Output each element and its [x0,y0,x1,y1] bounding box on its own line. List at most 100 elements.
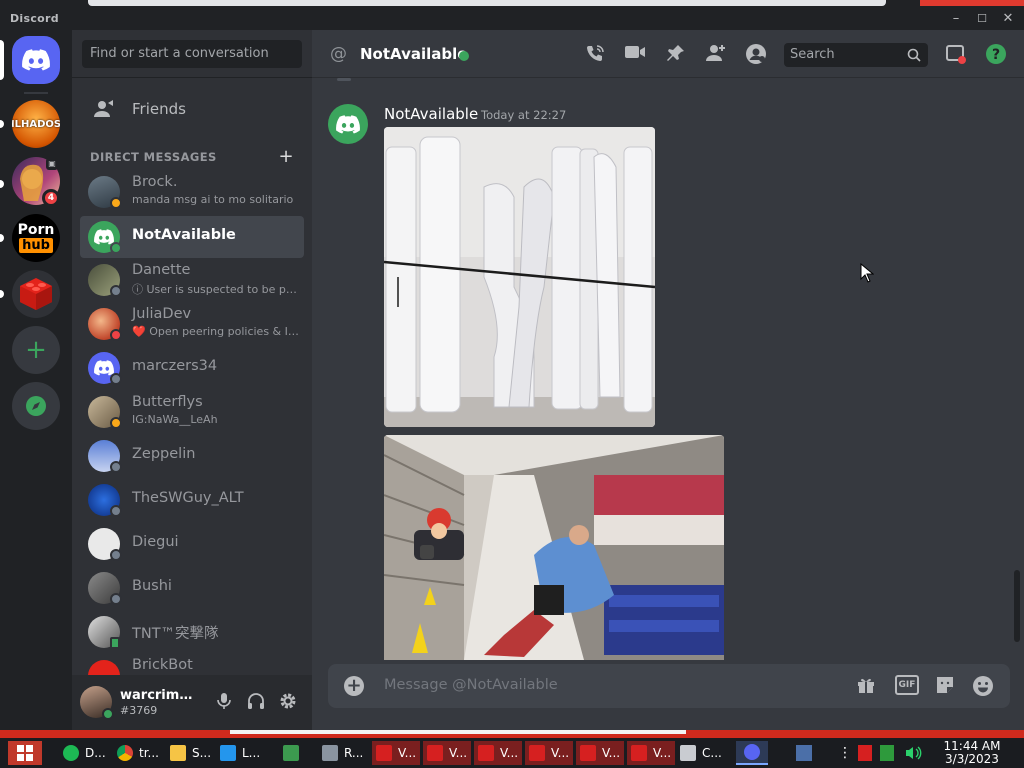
taskbar-item-vbox-6[interactable]: V... [627,741,676,765]
message-author-avatar[interactable] [328,104,368,144]
server-ilhados[interactable]: ILHADOS [12,100,60,148]
dm-item-diegui[interactable]: Diegui [80,523,304,565]
server-ilhados-label: ILHADOS [12,118,60,130]
home-button[interactable] [12,36,60,84]
video-call-button[interactable] [623,43,647,67]
server-lego[interactable] [12,270,60,318]
taskbar-item-docker[interactable]: L... [220,741,260,765]
dm-sidebar: Find or start a conversation Friends DIR… [72,30,312,730]
start-button[interactable] [8,741,42,765]
taskbar-item-app[interactable] [283,741,305,765]
virtualbox-icon [427,745,443,761]
supermarket-mario-kart-image [384,435,724,660]
server-porn-hub[interactable]: Porn hub [12,214,60,262]
chat-scrollbar[interactable] [1014,570,1020,642]
close-button[interactable]: ✕ [998,10,1018,28]
username: warcrime ... [120,688,200,703]
dm-custom-status: manda msg ai to mo solitario [132,193,294,206]
tray-overflow-icon[interactable]: ⋮ [838,745,852,761]
tray-volume-icon[interactable] [904,745,922,761]
unread-indicator [0,234,4,242]
search-input[interactable]: Search [784,43,928,67]
dm-item-theswguy-alt[interactable]: TheSWGuy_ALT [80,479,304,521]
dm-name: BrickBot [132,657,193,673]
friends-nav-item[interactable]: Friends [80,88,304,130]
taskbar-item-spotify[interactable]: D... [63,741,106,765]
emoji-smile-icon [973,676,993,696]
dm-item-butterflys[interactable]: Butterflys IG:NaWa__LeAh [80,391,304,433]
friends-icon [94,100,113,117]
gift-button[interactable] [854,675,878,697]
image-attachment-supermarket[interactable] [384,435,724,660]
gif-button[interactable]: GIF [895,675,919,695]
taskbar-item-vbox-5[interactable]: V... [576,741,625,765]
taskbar-item-recycle[interactable]: R... [322,741,363,765]
mention-badge: 4 [42,189,60,207]
dm-item-bushi[interactable]: Bushi [80,567,304,609]
lego-brick-icon [20,278,52,310]
sticker-button[interactable] [933,675,957,697]
image-attachment-mattresses[interactable] [384,127,655,427]
dm-item-juliadev[interactable]: JuliaDev ❤️ Open peering policies & IPv6… [80,303,304,345]
maximize-button[interactable]: ☐ [972,10,992,28]
background-window-strip [88,0,886,6]
taskbar-item-vbox-2[interactable]: V... [423,741,472,765]
message-author[interactable]: NotAvailable [384,105,478,123]
add-friends-to-dm-button[interactable] [704,43,728,67]
help-button[interactable]: ? [984,43,1008,67]
clock-date: 3/3/2023 [945,752,999,766]
headphones-icon [248,693,264,709]
search-icon [907,48,921,62]
taskbar-item-vbox-3[interactable]: V... [474,741,523,765]
speaker-icon [906,746,922,760]
tray-flag-icon[interactable] [858,745,872,761]
minimize-button[interactable]: – [946,10,966,28]
dm-name: Brock. [132,174,178,190]
dm-item-brickbot[interactable]: BrickBot [80,655,304,675]
dm-name: Zeppelin [132,446,196,462]
help-icon: ? [986,44,1006,64]
taskbar-label: R... [344,746,364,760]
microphone-button[interactable] [214,692,234,712]
tray-network-icon[interactable] [796,745,812,761]
discord-default-avatar-icon [336,114,360,133]
dm-item-marczers34[interactable]: marczers34 [80,347,304,389]
pinned-messages-button[interactable] [664,43,688,67]
virtualbox-icon [580,745,596,761]
compass-icon [26,396,46,416]
taskbar-label: V... [398,746,417,760]
taskbar-item-discord[interactable] [736,741,768,765]
create-dm-button[interactable]: + [279,146,294,167]
voice-call-button[interactable] [583,43,607,67]
taskbar-label: S... [192,746,212,760]
taskbar-item-explorer[interactable]: S... [170,741,211,765]
taskbar-item-vbox-1[interactable]: V... [372,741,421,765]
taskbar-item-vbox-4[interactable]: V... [525,741,574,765]
dm-item-notavailable[interactable]: NotAvailable [80,216,304,258]
dm-item-tnt[interactable]: TNT™突撃隊 [80,611,304,653]
chat-title: NotAvailable [360,45,468,63]
message-composer[interactable]: + Message @NotAvailable GIF [328,664,1010,708]
headphones-button[interactable] [246,692,266,712]
user-settings-button[interactable] [278,692,298,712]
dm-custom-status: ⓘ User is suspected to be part of a... [132,283,302,296]
taskbar-label: C... [702,746,722,760]
status-offline-icon [110,461,122,473]
add-server-button[interactable]: + [12,326,60,374]
dm-item-brock[interactable]: Brock. manda msg ai to mo solitario [80,171,304,213]
dm-item-zeppelin[interactable]: Zeppelin [80,435,304,477]
gift-icon [858,678,874,693]
upload-button[interactable]: + [344,676,364,696]
taskbar-item-chrome[interactable]: tr... [117,741,159,765]
user-profile-button[interactable] [744,43,768,67]
message-input[interactable]: Message @NotAvailable [384,677,558,693]
explore-servers-button[interactable] [12,382,60,430]
taskbar-item-notepad[interactable]: C... [680,741,722,765]
find-conversation-button[interactable]: Find or start a conversation [82,40,302,68]
emoji-button[interactable] [971,675,995,697]
mouse-cursor-icon [860,263,874,283]
tray-monitor-icon[interactable] [880,745,894,761]
taskbar-clock[interactable]: 11:44 AM 3/3/2023 [932,740,1012,766]
inbox-button[interactable] [944,43,968,67]
dm-item-danette[interactable]: Danette ⓘ User is suspected to be part o… [80,259,304,301]
